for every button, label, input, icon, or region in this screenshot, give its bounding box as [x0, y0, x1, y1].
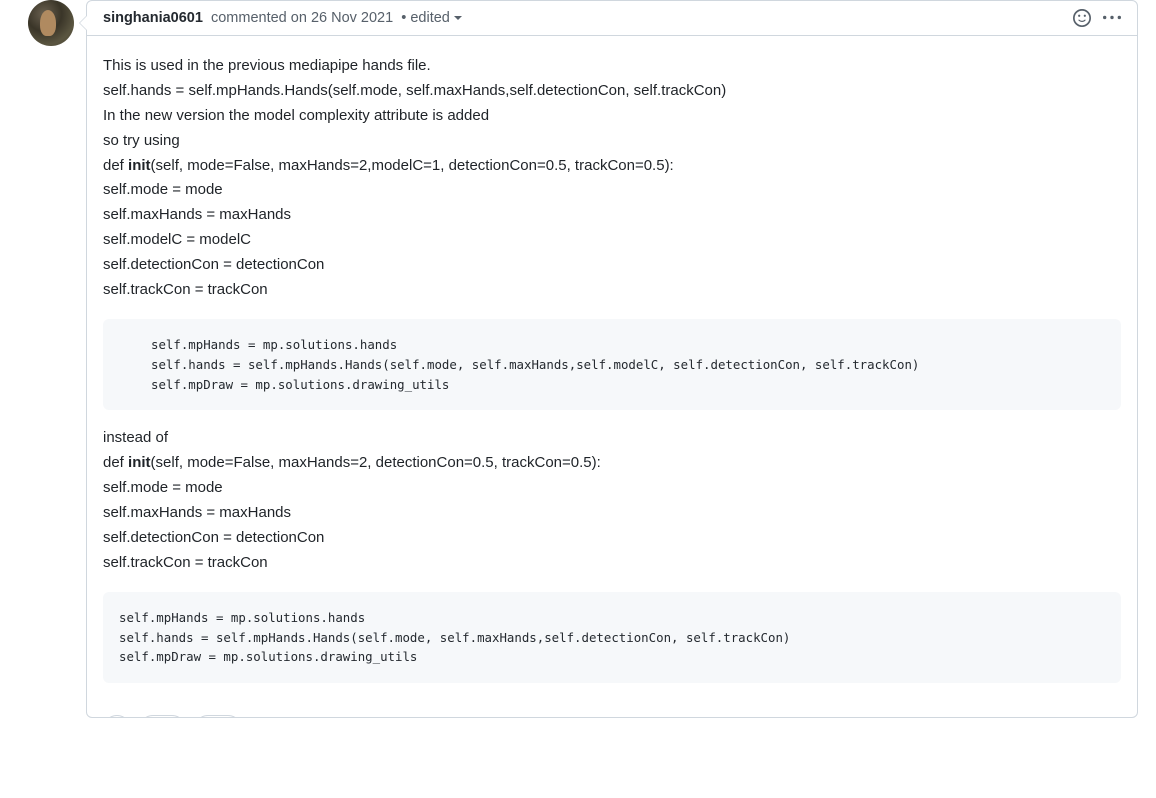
body-line: self.maxHands = maxHands [103, 501, 1121, 526]
smiley-icon [1073, 9, 1091, 27]
body-line: self.mode = mode [103, 178, 1121, 203]
body-line: This is used in the previous mediapipe h… [103, 54, 1121, 79]
kebab-icon [1103, 9, 1121, 27]
comment-header: singhania0601 commented on 26 Nov 2021 •… [87, 1, 1137, 35]
body-line: so try using [103, 129, 1121, 154]
header-divider [87, 35, 1137, 36]
body-line: self.detectionCon = detectionCon [103, 253, 1121, 278]
body-line: In the new version the model complexity … [103, 104, 1121, 129]
body-line: self.trackCon = trackCon [103, 278, 1121, 303]
body-line: self.maxHands = maxHands [103, 203, 1121, 228]
body-line: instead of [103, 426, 1121, 451]
body-line: self.modelC = modelC [103, 228, 1121, 253]
speech-caret [79, 15, 87, 31]
reactions-bar: 👍 4 🎉 2 [87, 711, 1137, 717]
body-line: self.hands = self.mpHands.Hands(self.mod… [103, 79, 1121, 104]
code-block: self.mpHands = mp.solutions.hands self.h… [103, 592, 1121, 684]
body-line: self.detectionCon = detectionCon [103, 526, 1121, 551]
body-line: self.trackCon = trackCon [103, 551, 1121, 576]
add-reaction-pill[interactable] [103, 715, 131, 717]
body-line: self.mode = mode [103, 476, 1121, 501]
body-line: def init(self, mode=False, maxHands=2,mo… [103, 154, 1121, 179]
comment-container: singhania0601 commented on 26 Nov 2021 •… [86, 0, 1138, 718]
comment-body: This is used in the previous mediapipe h… [87, 42, 1137, 707]
comment-meta: commented on 26 Nov 2021 • edited [207, 10, 462, 26]
kebab-menu-button[interactable] [1103, 9, 1121, 27]
reaction-hooray[interactable]: 🎉 2 [194, 715, 241, 717]
avatar[interactable] [28, 0, 74, 46]
comment-action: commented [211, 10, 287, 26]
reaction-thumbs-up[interactable]: 👍 4 [139, 715, 186, 717]
chevron-down-icon [454, 16, 462, 20]
code-block: self.mpHands = mp.solutions.hands self.h… [103, 319, 1121, 411]
edited-indicator[interactable]: edited [410, 10, 462, 26]
timestamp[interactable]: on 26 Nov 2021 [291, 10, 393, 26]
add-reaction-button[interactable] [1073, 9, 1091, 27]
body-line: def init(self, mode=False, maxHands=2, d… [103, 451, 1121, 476]
author-link[interactable]: singhania0601 [103, 10, 203, 26]
